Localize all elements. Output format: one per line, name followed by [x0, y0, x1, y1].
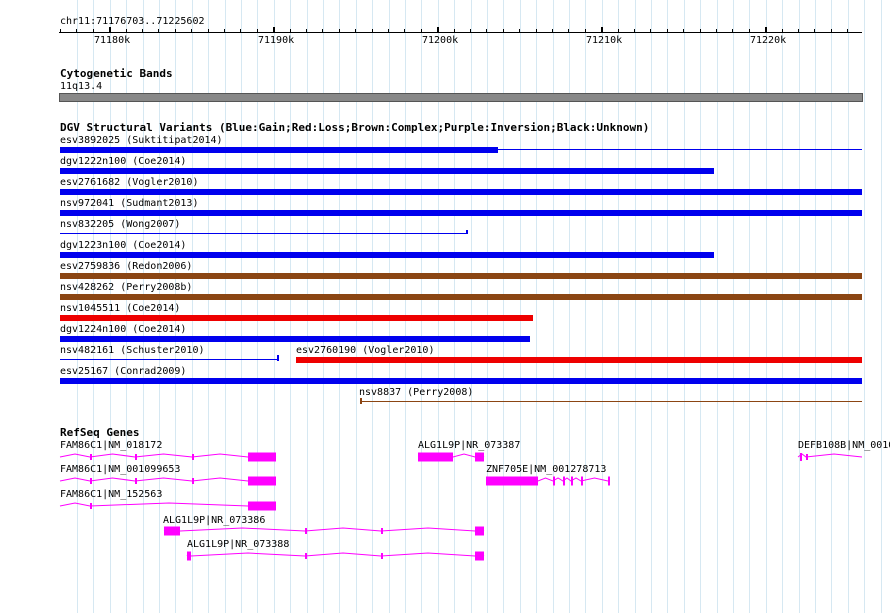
- gene-exon[interactable]: [581, 476, 583, 486]
- gene-exon[interactable]: [381, 553, 383, 559]
- gene-exon[interactable]: [571, 476, 573, 486]
- gene-exon[interactable]: [806, 454, 808, 460]
- gene-exon[interactable]: [90, 503, 92, 509]
- gene-exon[interactable]: [381, 528, 383, 534]
- gene-exon[interactable]: [248, 501, 276, 511]
- gene-exon[interactable]: [192, 454, 194, 460]
- gene-exon[interactable]: [563, 476, 565, 486]
- gene-intron-line: [186, 552, 485, 557]
- gene-exon[interactable]: [187, 551, 191, 561]
- gene-exon[interactable]: [248, 452, 276, 462]
- gene-exon[interactable]: [475, 526, 484, 536]
- gene-models: [59, 452, 863, 561]
- gene-exon[interactable]: [305, 553, 307, 559]
- gene-intron-line: [59, 477, 277, 482]
- gene-exon[interactable]: [475, 452, 484, 462]
- gene-intron-line: [163, 527, 485, 532]
- gene-exon[interactable]: [800, 453, 802, 461]
- genome-browser-panel: chr11:71176703..71225602 71180k 71190k 7…: [0, 0, 890, 613]
- gene-intron-line: [59, 502, 277, 507]
- gene-exon[interactable]: [475, 551, 484, 561]
- gene-exon[interactable]: [164, 526, 180, 536]
- gene-exon[interactable]: [135, 454, 137, 460]
- gene-exon[interactable]: [135, 478, 137, 484]
- gene-exon[interactable]: [305, 528, 307, 534]
- gene-exon[interactable]: [248, 476, 276, 486]
- gene-exon[interactable]: [486, 476, 538, 486]
- gene-exon[interactable]: [418, 452, 453, 462]
- gene-exon[interactable]: [192, 478, 194, 484]
- gene-exon[interactable]: [90, 454, 92, 460]
- gene-exon[interactable]: [553, 476, 555, 486]
- gene-exon[interactable]: [90, 478, 92, 484]
- gene-intron-line: [59, 453, 277, 458]
- gene-exon[interactable]: [608, 476, 610, 486]
